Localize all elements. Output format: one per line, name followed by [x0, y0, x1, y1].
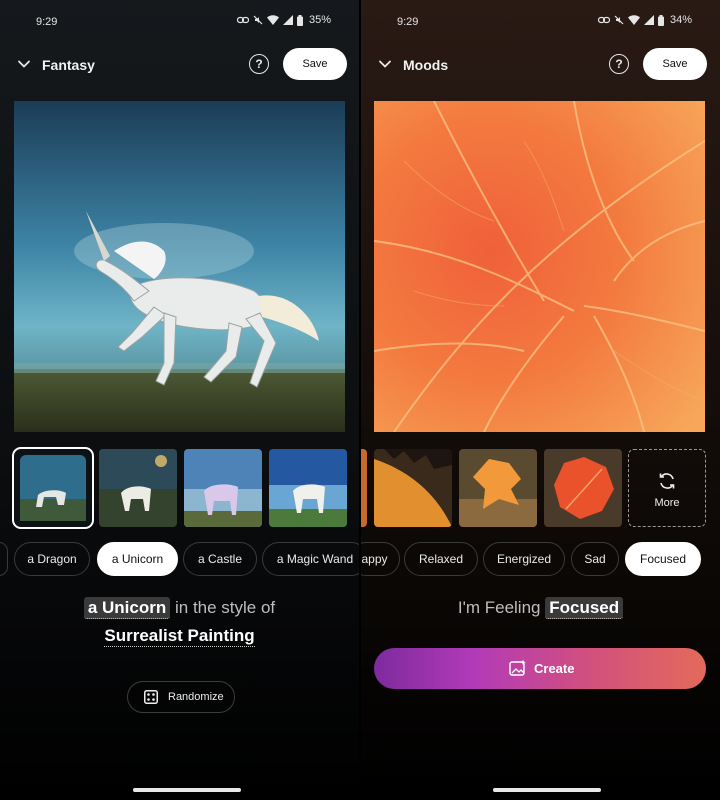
variation-thumbnails: More	[361, 449, 720, 527]
chip-unicorn[interactable]: a Unicorn	[97, 542, 178, 576]
mute-icon	[253, 15, 263, 25]
thumbnail-4[interactable]	[269, 449, 347, 527]
chip-happy-partial[interactable]: appy	[361, 542, 400, 576]
wifi-icon	[627, 15, 640, 25]
link-icon	[597, 16, 610, 24]
help-icon[interactable]: ?	[249, 54, 269, 74]
chip-sad[interactable]: Sad	[571, 542, 619, 576]
page-title: Fantasy	[42, 57, 95, 73]
dice-icon	[144, 690, 158, 704]
chevron-down-icon[interactable]	[16, 56, 32, 72]
subject-chips: a Dragon a Unicorn a Castle a Magic Wand	[0, 542, 359, 576]
more-label: More	[654, 497, 680, 509]
generated-image-leaf	[374, 101, 705, 432]
prompt-connector: in the style of	[174, 598, 276, 617]
chip-partial[interactable]	[0, 542, 8, 576]
thumbnail-3[interactable]	[184, 449, 262, 527]
refresh-icon	[659, 473, 675, 489]
mood-prompt: I'm Feeling Focused	[361, 597, 720, 619]
status-time: 9:29	[397, 16, 419, 28]
top-bar: Fantasy ? Save	[0, 48, 359, 82]
battery-icon	[657, 14, 664, 26]
more-button[interactable]: More	[628, 449, 706, 527]
signal-icon	[282, 15, 293, 25]
image-sparkle-icon	[509, 659, 526, 676]
status-bar: 9:29 34%	[361, 13, 720, 31]
top-bar: Moods ? Save	[361, 48, 720, 82]
create-button[interactable]: Create	[374, 648, 706, 689]
signal-icon	[643, 15, 654, 25]
page-title: Moods	[403, 57, 449, 73]
save-button[interactable]: Save	[283, 48, 347, 80]
thumbnail-1[interactable]	[12, 447, 94, 529]
generated-image-unicorn	[14, 101, 345, 432]
status-icons: 35%	[236, 14, 331, 26]
home-indicator[interactable]	[133, 788, 241, 792]
create-label: Create	[534, 661, 575, 676]
randomize-label: Randomize	[168, 691, 224, 703]
battery-percent: 34%	[669, 14, 692, 26]
prompt-mood[interactable]: Focused	[545, 597, 624, 619]
thumbnail-partial[interactable]	[361, 449, 367, 527]
chip-magic-wand[interactable]: a Magic Wand	[262, 542, 359, 576]
link-icon	[236, 16, 249, 24]
status-icons: 34%	[597, 14, 692, 26]
thumbnail-2[interactable]	[459, 449, 537, 527]
battery-percent: 35%	[308, 14, 331, 26]
home-indicator[interactable]	[493, 788, 601, 792]
wifi-icon	[266, 15, 279, 25]
save-button[interactable]: Save	[643, 48, 707, 80]
variation-thumbnails	[0, 447, 359, 529]
chip-castle[interactable]: a Castle	[183, 542, 257, 576]
thumbnail-3[interactable]	[544, 449, 622, 527]
chip-focused[interactable]: Focused	[625, 542, 701, 576]
prompt-line-2: Surrealist Painting	[0, 626, 359, 647]
thumbnail-1[interactable]	[374, 449, 452, 527]
prompt-subject[interactable]: a Unicorn	[83, 597, 171, 619]
prompt-style[interactable]: Surrealist Painting	[104, 626, 255, 647]
fantasy-screen: 9:29 35% Fantasy ? Save a Dragon a Unico…	[0, 0, 359, 800]
status-bar: 9:29 35%	[0, 13, 359, 31]
prompt-line-1: a Unicorn in the style of	[0, 597, 359, 619]
prompt-prefix: I'm Feeling	[457, 598, 541, 617]
chip-energized[interactable]: Energized	[483, 542, 565, 576]
mute-icon	[614, 15, 624, 25]
mood-chips: appy Relaxed Energized Sad Focused	[361, 542, 720, 576]
status-time: 9:29	[36, 16, 58, 28]
help-icon[interactable]: ?	[609, 54, 629, 74]
chip-relaxed[interactable]: Relaxed	[404, 542, 478, 576]
battery-icon	[296, 14, 303, 26]
randomize-button[interactable]: Randomize	[127, 681, 235, 713]
chevron-down-icon[interactable]	[377, 56, 393, 72]
chip-dragon[interactable]: a Dragon	[14, 542, 90, 576]
moods-screen: 9:29 34% Moods ? Save More appy Relaxed …	[361, 0, 720, 800]
thumbnail-2[interactable]	[99, 449, 177, 527]
